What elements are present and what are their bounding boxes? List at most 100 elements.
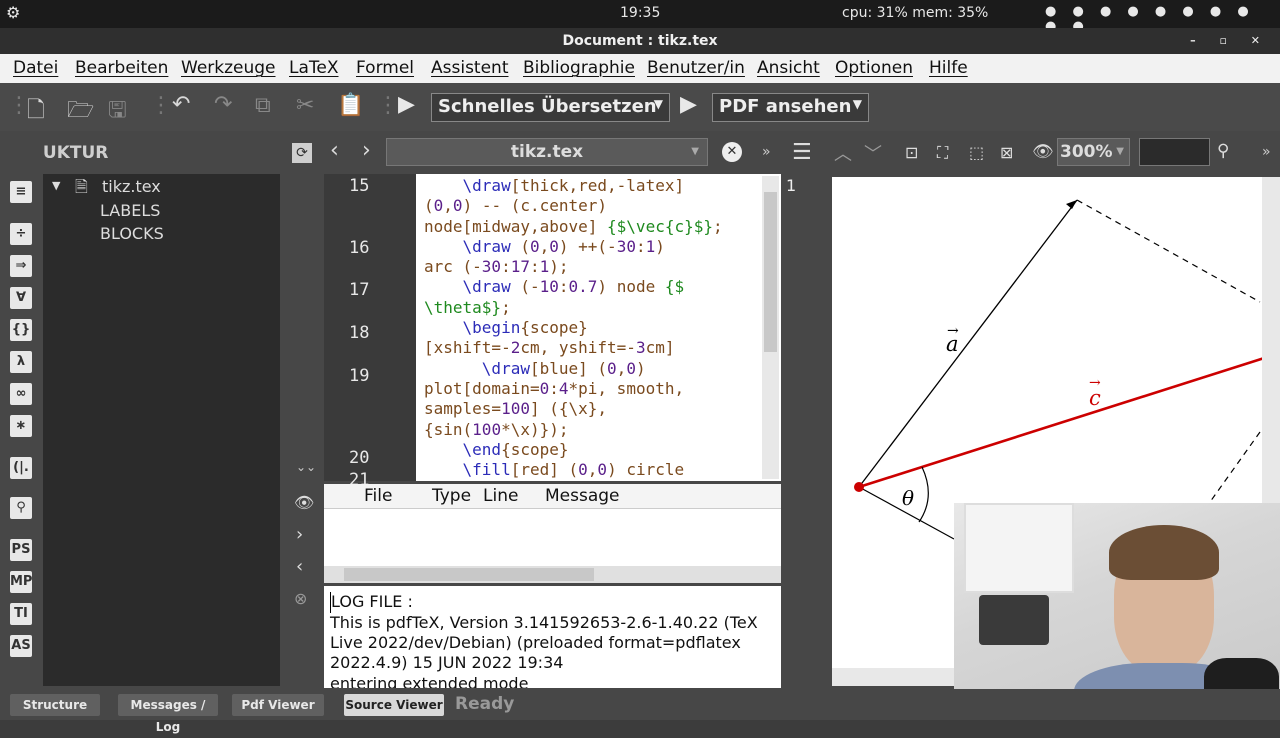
compile-selector[interactable]: Schnelles Übersetzen ▼ bbox=[431, 93, 670, 122]
infinity-icon[interactable]: ∞ bbox=[10, 383, 32, 405]
code-text[interactable]: \draw[thick,red,-latex] (0,0) -- (c.cent… bbox=[424, 176, 759, 480]
menu-formel[interactable]: Formel bbox=[356, 58, 414, 78]
line-number: 17 bbox=[349, 280, 370, 300]
system-stats: cpu: 31% mem: 35% bbox=[842, 5, 989, 21]
scrollbar-thumb[interactable] bbox=[764, 192, 777, 352]
menu-bibliographie[interactable]: Bibliographie bbox=[523, 58, 635, 78]
system-menu-icon[interactable]: ⚙ bbox=[6, 3, 20, 22]
cut-icon[interactable]: ✂ bbox=[296, 93, 314, 118]
structure-list-icon[interactable]: ≡ bbox=[10, 181, 32, 203]
menu-assistent[interactable]: Assistent bbox=[431, 58, 509, 78]
menu-benutzer[interactable]: Benutzer/in bbox=[647, 58, 745, 78]
nav-back-icon[interactable]: ‹ bbox=[330, 138, 339, 163]
more-icon[interactable]: » bbox=[1262, 144, 1271, 160]
compile-selector-label: Schnelles Übersetzen bbox=[438, 96, 657, 117]
menu-datei[interactable]: Datei bbox=[13, 58, 58, 78]
asymptote-icon[interactable]: AS bbox=[10, 635, 32, 657]
line-number: 16 bbox=[349, 238, 370, 258]
webcam-window bbox=[964, 503, 1074, 593]
label-a: a bbox=[946, 332, 959, 356]
menu-ansicht[interactable]: Ansicht bbox=[757, 58, 820, 78]
eye-icon[interactable]: 👁 bbox=[294, 493, 314, 512]
column-message[interactable]: Message bbox=[545, 486, 620, 506]
file-tab-selector[interactable]: tikz.tex ▼ bbox=[386, 138, 708, 166]
greek-lambda-icon[interactable]: λ bbox=[10, 351, 32, 373]
next-icon[interactable]: › bbox=[296, 524, 303, 545]
chevron-double-down-icon[interactable]: ⌄⌄ bbox=[296, 460, 316, 474]
messages-hscrollbar[interactable] bbox=[324, 566, 781, 583]
pdf-hscrollbar[interactable] bbox=[832, 668, 954, 686]
tree-expand-icon[interactable]: ▼ bbox=[52, 179, 60, 192]
redo-icon[interactable]: ↷ bbox=[214, 92, 232, 117]
asterisk-icon[interactable]: ∗ bbox=[10, 415, 32, 437]
pdf-prev-page-icon[interactable]: ︿ bbox=[834, 140, 852, 166]
metapost-icon[interactable]: MP bbox=[10, 571, 32, 593]
braces-icon[interactable]: {} bbox=[10, 319, 32, 341]
tab-source-viewer[interactable]: Source Viewer bbox=[344, 694, 444, 716]
fit-page-icon[interactable]: ⛶ bbox=[937, 143, 948, 163]
pdf-list-icon[interactable]: ☰ bbox=[792, 140, 812, 165]
chevron-down-icon: ▼ bbox=[1116, 146, 1124, 157]
copy-icon[interactable]: ⧉ bbox=[255, 93, 271, 118]
log-line: LOG FILE : bbox=[330, 592, 413, 613]
system-clock: 19:35 bbox=[620, 5, 661, 21]
origin-point bbox=[854, 482, 864, 492]
menu-werkzeuge[interactable]: Werkzeuge bbox=[181, 58, 276, 78]
previous-icon[interactable]: ‹ bbox=[296, 556, 303, 577]
zoom-selector[interactable]: 300% ▼ bbox=[1057, 138, 1130, 166]
delimiters-icon[interactable]: (|. bbox=[10, 457, 32, 479]
window-controls[interactable]: – ▫ ✕ bbox=[1190, 28, 1270, 54]
column-type[interactable]: Type bbox=[432, 486, 471, 506]
view-selector[interactable]: PDF ansehen ▼ bbox=[712, 93, 869, 122]
view-run-icon[interactable]: ▶ bbox=[680, 92, 697, 117]
compile-run-icon[interactable]: ▶ bbox=[398, 92, 415, 117]
webcam-person-hair bbox=[1109, 525, 1219, 580]
tab-pdf-viewer[interactable]: Pdf Viewer bbox=[232, 694, 324, 716]
pstricks-icon[interactable]: PS bbox=[10, 539, 32, 561]
undo-icon[interactable]: ↶ bbox=[172, 92, 190, 117]
toolbar-grip-icon: ⋮ bbox=[150, 93, 172, 118]
new-file-icon[interactable]: 🗋 bbox=[27, 93, 45, 131]
crop-icon[interactable]: ⊠ bbox=[1000, 143, 1013, 162]
file-tab-label: tikz.tex bbox=[510, 142, 584, 162]
tab-structure[interactable]: Structure bbox=[10, 694, 100, 716]
arrows-icon[interactable]: ⇒ bbox=[10, 255, 32, 277]
messages-table-body[interactable] bbox=[324, 509, 781, 567]
clear-icon[interactable]: ⊗ bbox=[294, 589, 307, 608]
line-number: 20 bbox=[349, 448, 370, 468]
paste-icon[interactable]: 📋 bbox=[337, 93, 364, 118]
zoom-select-icon[interactable]: ⬚ bbox=[969, 143, 984, 162]
menu-optionen[interactable]: Optionen bbox=[835, 58, 913, 78]
operators-icon[interactable]: ÷ bbox=[10, 223, 32, 245]
search-icon[interactable]: ⚲ bbox=[1217, 141, 1229, 161]
tree-item-labels[interactable]: LABELS bbox=[100, 201, 160, 220]
log-panel[interactable]: LOG FILE : This is pdfTeX, Version 3.141… bbox=[324, 586, 781, 688]
menu-bearbeiten[interactable]: Bearbeiten bbox=[75, 58, 168, 78]
open-folder-icon[interactable]: 🗁 bbox=[67, 93, 94, 131]
pdf-search-input[interactable] bbox=[1139, 138, 1210, 166]
menu-hilfe[interactable]: Hilfe bbox=[929, 58, 968, 78]
eye-icon[interactable]: 👁 bbox=[1032, 142, 1054, 162]
scrollbar-thumb[interactable] bbox=[344, 568, 594, 581]
pdf-vscrollbar[interactable] bbox=[1262, 177, 1280, 507]
tree-file-item[interactable]: tikz.tex bbox=[102, 177, 161, 196]
fit-width-icon[interactable]: ⊡ bbox=[905, 143, 918, 162]
chevron-down-icon: ▼ bbox=[691, 146, 699, 157]
tikz-icon[interactable]: TI bbox=[10, 603, 32, 625]
close-tab-icon[interactable]: ✕ bbox=[722, 142, 742, 162]
menu-latex[interactable]: LaTeX bbox=[289, 58, 339, 78]
window-title-bar: Document : tikz.tex – ▫ ✕ bbox=[0, 28, 1280, 54]
tree-item-blocks[interactable]: BLOCKS bbox=[100, 224, 164, 243]
accessibility-icon[interactable]: ⚲ bbox=[10, 497, 32, 519]
line-number: 18 bbox=[349, 323, 370, 343]
tab-messages-log[interactable]: Messages / Log bbox=[118, 694, 218, 734]
nav-forward-icon[interactable]: › bbox=[362, 138, 371, 163]
pdf-next-page-icon[interactable]: ﹀ bbox=[864, 140, 882, 166]
more-icon[interactable]: » bbox=[762, 144, 771, 160]
save-icon[interactable]: 🖫 bbox=[108, 93, 127, 131]
column-file[interactable]: File bbox=[364, 486, 392, 506]
column-line[interactable]: Line bbox=[483, 486, 518, 506]
forall-icon[interactable]: ∀ bbox=[10, 287, 32, 309]
editor-scrollbar[interactable] bbox=[762, 176, 779, 479]
window-title: Document : tikz.tex bbox=[562, 33, 718, 49]
